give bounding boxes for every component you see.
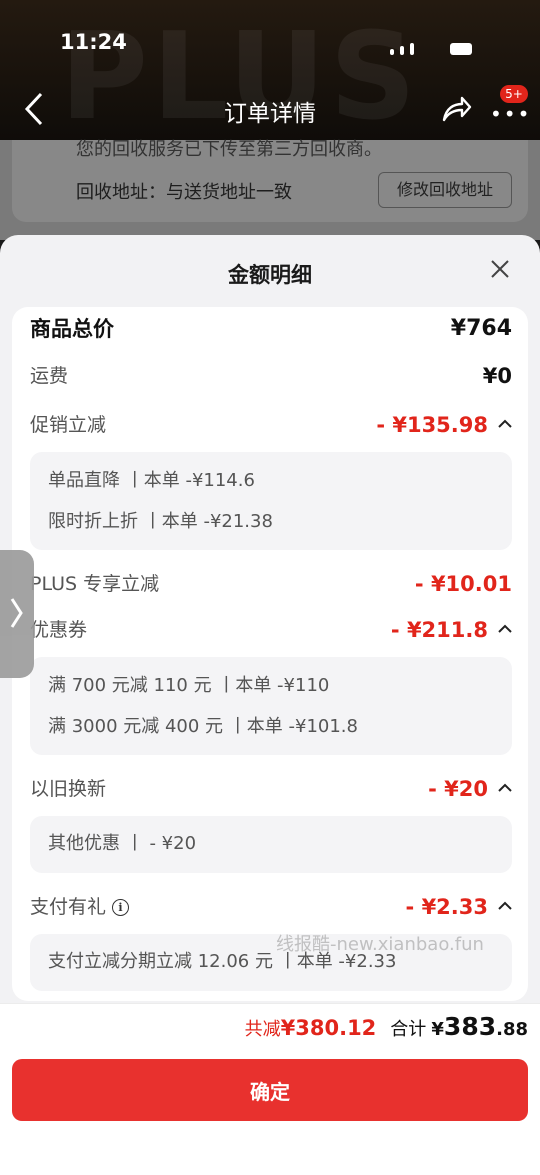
chevron-up-icon[interactable] — [498, 419, 512, 429]
tradein-value: - ¥20 — [428, 777, 488, 801]
coupon-value: - ¥211.8 — [390, 618, 488, 642]
order-header: PLUS 11:24 订单详情 ••• 5+ — [0, 0, 540, 140]
info-icon[interactable]: i — [112, 899, 130, 916]
summary-line: 共减¥380.12 合计 ¥383.88 — [245, 1012, 528, 1048]
total-integer: 383 — [443, 1012, 497, 1041]
footer-bar: 共减¥380.12 合计 ¥383.88 确定 — [0, 1003, 540, 1175]
promo-detail-line: 单品直降 丨本单 -¥114.6 — [48, 470, 255, 491]
row-coupon[interactable]: 优惠券 - ¥211.8 — [30, 615, 512, 645]
promo-detail-line: 限时折上折 丨本单 -¥21.38 — [48, 511, 273, 532]
total-label: 合计 — [390, 1019, 427, 1040]
chevron-up-icon[interactable] — [498, 624, 512, 634]
modify-address-button[interactable]: 修改回收地址 — [378, 172, 512, 208]
row-payment[interactable]: 支付有礼 i - ¥2.33 — [30, 892, 512, 922]
amount-card: 商品总价 ¥764 运费 ¥0 促销立减 - ¥135.98 单品直降 丨本单 … — [12, 307, 528, 1001]
row-goods-total: 商品总价 ¥764 — [30, 314, 512, 344]
plus-value: - ¥10.01 — [414, 572, 512, 596]
payment-label-text: 支付有礼 — [30, 896, 107, 918]
status-icons — [390, 36, 480, 55]
total-decimal: .88 — [496, 1019, 528, 1040]
promo-details: 单品直降 丨本单 -¥114.6 限时折上折 丨本单 -¥21.38 — [30, 452, 512, 550]
coupon-label: 优惠券 — [30, 619, 88, 641]
more-icon[interactable]: ••• — [490, 102, 531, 126]
saved-label: 共减 — [244, 1019, 281, 1040]
payment-label: 支付有礼 i — [30, 892, 130, 922]
row-tradein[interactable]: 以旧换新 - ¥20 — [30, 774, 512, 804]
total-currency: ¥ — [431, 1019, 444, 1040]
confirm-button[interactable]: 确定 — [12, 1059, 528, 1121]
tradein-detail-line: 其他优惠 丨 - ¥20 — [48, 833, 197, 854]
recycle-notice: 您的回收服务已下传至第三方回收商。 — [76, 139, 382, 160]
chevron-right-icon — [10, 598, 23, 628]
close-icon[interactable] — [488, 257, 512, 281]
plus-label: PLUS 专享立减 — [30, 573, 160, 595]
status-time: 11:24 — [60, 30, 127, 54]
payment-value: - ¥2.33 — [405, 895, 488, 919]
coupon-details: 满 700 元减 110 元 丨本单 -¥110 满 3000 元减 400 元… — [30, 657, 512, 755]
goods-total-label: 商品总价 — [30, 317, 114, 341]
chevron-up-icon[interactable] — [498, 783, 512, 793]
sheet-title: 金额明细 — [228, 263, 312, 287]
saved-value: ¥380.12 — [280, 1016, 377, 1040]
tradein-details: 其他优惠 丨 - ¥20 — [30, 816, 512, 873]
coupon-detail-line: 满 3000 元减 400 元 丨本单 -¥101.8 — [48, 716, 358, 737]
chevron-up-icon[interactable] — [498, 901, 512, 911]
row-promo[interactable]: 促销立减 - ¥135.98 — [30, 410, 512, 440]
side-expand-tab[interactable] — [0, 550, 34, 678]
tradein-label: 以旧换新 — [30, 778, 107, 800]
message-badge: 5+ — [500, 85, 528, 103]
freight-label: 运费 — [30, 365, 69, 387]
coupon-detail-line: 满 700 元减 110 元 丨本单 -¥110 — [48, 675, 330, 696]
row-freight: 运费 ¥0 — [30, 361, 512, 391]
goods-total-value: ¥764 — [450, 316, 512, 341]
promo-value: - ¥135.98 — [376, 413, 488, 437]
row-plus: PLUS 专享立减 - ¥10.01 — [30, 569, 512, 599]
site-watermark: 线报酷-new.xianbao.fun — [276, 934, 484, 955]
freight-value: ¥0 — [482, 364, 512, 388]
share-icon[interactable] — [440, 94, 472, 124]
recycle-address: 回收地址：与送货地址一致 — [76, 182, 292, 203]
promo-label: 促销立减 — [30, 414, 107, 436]
